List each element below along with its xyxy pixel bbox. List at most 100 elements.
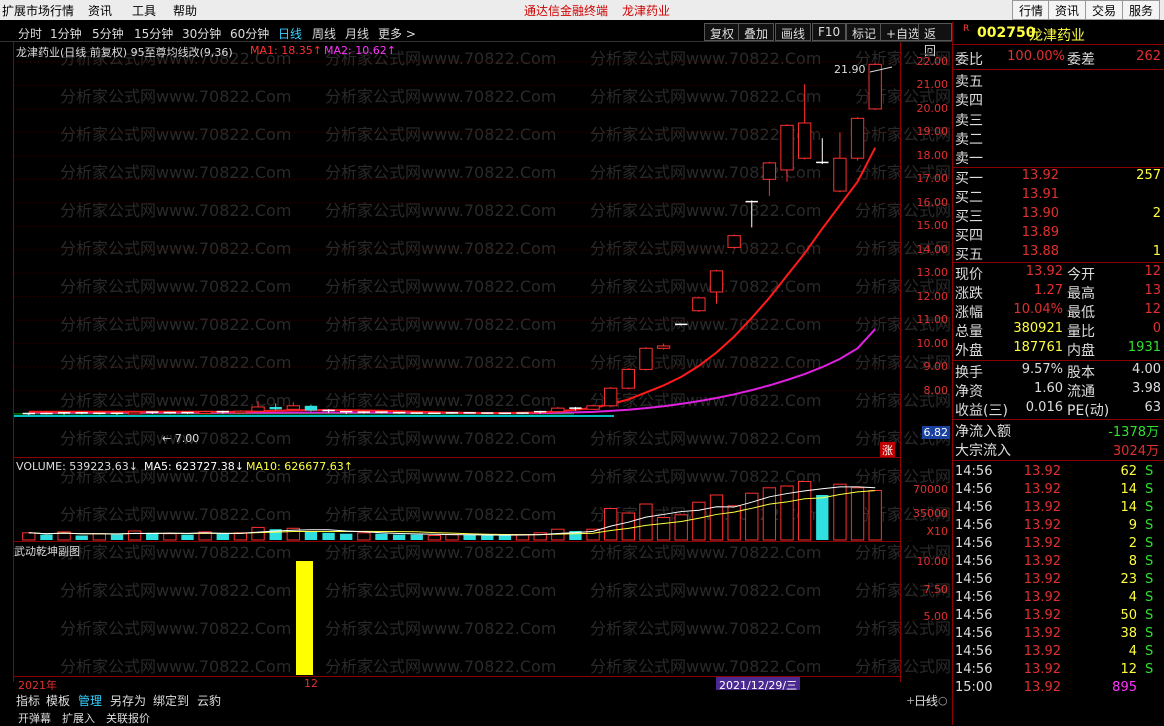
buy-level-label: 买三 (955, 209, 983, 225)
period-tab[interactable]: 周线 (312, 25, 336, 42)
tick-row[interactable]: 14:56 13.92 4 S (955, 590, 1163, 608)
tick-row[interactable]: 14:56 13.92 4 S (955, 644, 1163, 662)
trade-mode-button[interactable]: 交易 (1085, 0, 1124, 20)
sell-level-row: 卖四 (955, 90, 1163, 109)
tick-side: S (1145, 608, 1154, 623)
back-button[interactable]: 返回 (918, 23, 952, 58)
month-label: 12 (304, 677, 318, 690)
limit-up-badge: 涨 (880, 442, 895, 458)
service-mode-button[interactable]: 服务 (1122, 0, 1161, 20)
buy-level-label: 买一 (955, 171, 983, 187)
sell-level-row: 卖一 (955, 148, 1163, 167)
stat-value: 13.92 (1025, 264, 1063, 279)
indicator-title: 武动乾坤副图 (14, 545, 80, 558)
tick-time: 14:56 (955, 500, 993, 515)
volume-bar (340, 533, 353, 540)
tab-manage[interactable]: 管理 (78, 692, 102, 709)
flow-row: 净流入额 -1378万 (955, 421, 1163, 440)
f10-button[interactable]: F10 (812, 23, 847, 41)
expand-in-button[interactable]: 扩展入 (62, 710, 95, 726)
zoom-in-icon[interactable]: + (906, 694, 915, 707)
adjust-button[interactable]: 复权 (704, 23, 741, 41)
volume-bar (127, 530, 142, 541)
candle-body (621, 368, 635, 389)
tick-time: 14:56 (955, 572, 993, 587)
period-tab-active[interactable]: 日线 (278, 25, 302, 42)
price-tick: 19.00 (916, 125, 949, 139)
reset-zoom-icon[interactable]: ○ (938, 694, 948, 707)
tick-row[interactable]: 14:56 13.92 9 S (955, 518, 1163, 536)
sell-level-row: 卖五 (955, 71, 1163, 90)
buy-level-price: 13.91 (1021, 187, 1059, 202)
window-stock-title: 龙津药业 (622, 4, 671, 18)
tick-row[interactable]: 14:56 13.92 14 S (955, 482, 1163, 500)
indicator-tick: 7.50 (923, 583, 949, 596)
tab-indicator[interactable]: 指标 (16, 692, 40, 709)
period-tab[interactable]: 分时 (18, 25, 42, 42)
draw-line-button[interactable]: 画线 (775, 23, 812, 41)
overlay-button[interactable]: 叠加 (738, 23, 775, 41)
price-tick: 8.00 (923, 383, 949, 397)
candle-body (727, 235, 741, 248)
period-tab[interactable]: 5分钟 (92, 25, 124, 42)
menu-item-news[interactable]: 资讯 (88, 2, 112, 19)
tick-volume: 62 (1120, 464, 1137, 479)
indicator-tick: 5.00 (923, 610, 949, 623)
menu-item-help[interactable]: 帮助 (173, 2, 197, 19)
stat-label: PE(动) (1067, 403, 1110, 419)
tick-price: 13.92 (1023, 644, 1061, 659)
tick-row[interactable]: 14:56 13.92 14 S (955, 500, 1163, 518)
more-periods[interactable]: 更多 > (378, 25, 416, 42)
tick-row[interactable]: 15:00 13.92 895 (955, 680, 1163, 698)
tab-template[interactable]: 模板 (46, 692, 70, 709)
menu-item-extended-market[interactable]: 扩展市场行情 (2, 2, 74, 19)
period-tab[interactable]: 30分钟 (182, 25, 221, 42)
candle-body (127, 411, 142, 415)
candle-body (692, 297, 706, 312)
tick-volume: 9 (1128, 518, 1137, 533)
stat-value: 63 (1144, 400, 1161, 415)
date-bar: 2021年 12 2021/12/29/三 (14, 676, 900, 693)
volume-panel[interactable]: VOLUME: 539223.63↓ MA5: 623727.38↓ MA10:… (14, 457, 900, 541)
tick-row[interactable]: 14:56 13.92 50 S (955, 608, 1163, 626)
kline-chart[interactable]: 龙津药业(日线 前复权) 95至尊均线改(9,36) MA1: 18.35↑ M… (14, 42, 900, 458)
period-tab[interactable]: 15分钟 (134, 25, 173, 42)
news-mode-button[interactable]: 资讯 (1048, 0, 1087, 20)
volume-bar (216, 533, 229, 540)
menu-item-tools[interactable]: 工具 (132, 2, 156, 19)
app-title: 通达信金融终端 (524, 4, 609, 18)
tick-time: 14:56 (955, 536, 993, 551)
tick-row[interactable]: 14:56 13.92 8 S (955, 554, 1163, 572)
stat-label: 涨跌 (955, 286, 983, 302)
period-tab[interactable]: 60分钟 (230, 25, 269, 42)
danmaku-toggle[interactable]: 开弹幕 (18, 710, 51, 726)
tab-save-as[interactable]: 另存为 (110, 692, 146, 709)
divider (953, 360, 1164, 361)
buy-level-row: 买三 13.90 2 (955, 206, 1163, 225)
stat-row: 总量 380921 量比 0 (955, 321, 1163, 340)
tick-row[interactable]: 14:56 13.92 12 S (955, 662, 1163, 680)
tick-side: S (1145, 554, 1154, 569)
candle-body (656, 345, 671, 349)
tick-volume: 50 (1120, 608, 1137, 623)
indicator-panel[interactable]: 武动乾坤副图 (14, 541, 900, 676)
zoom-out-icon[interactable]: − (922, 694, 931, 707)
candle-body (709, 270, 724, 293)
volume-bar (427, 535, 442, 541)
tick-price: 13.92 (1023, 482, 1061, 497)
tab-bind-to[interactable]: 绑定到 (153, 692, 189, 709)
quote-mode-button[interactable]: 行情 (1012, 0, 1051, 20)
related-quotes-button[interactable]: 关联报价 (106, 710, 150, 726)
period-tab[interactable]: 月线 (345, 25, 369, 42)
volume-bar (40, 534, 53, 540)
tick-row[interactable]: 14:56 13.92 38 S (955, 626, 1163, 644)
volume-bar (586, 528, 600, 541)
tick-row[interactable]: 14:56 13.92 2 S (955, 536, 1163, 554)
period-tab[interactable]: 1分钟 (50, 25, 82, 42)
tick-row[interactable]: 14:56 13.92 23 S (955, 572, 1163, 590)
volume-bar (709, 494, 724, 541)
buy-level-volume: 257 (1136, 168, 1161, 183)
tick-row[interactable]: 14:56 13.92 62 S (955, 464, 1163, 482)
tab-cloud[interactable]: 云豹 (197, 692, 221, 709)
mark-button[interactable]: 标记 (846, 23, 883, 41)
